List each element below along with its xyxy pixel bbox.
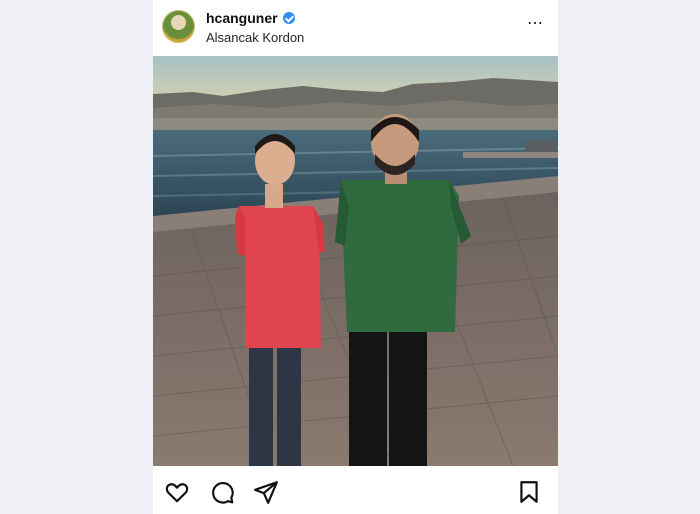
bookmark-icon[interactable] xyxy=(516,479,542,505)
avatar[interactable] xyxy=(162,10,195,43)
instagram-post: hcanguner Alsancak Kordon ⋯ xyxy=(153,0,558,514)
username[interactable]: hcanguner xyxy=(206,10,278,26)
location-label[interactable]: Alsancak Kordon xyxy=(206,30,304,45)
username-row[interactable]: hcanguner xyxy=(206,10,295,26)
verified-badge-icon xyxy=(282,12,295,24)
post-header: hcanguner Alsancak Kordon ⋯ xyxy=(153,0,558,56)
heart-icon[interactable] xyxy=(164,479,190,505)
share-icon[interactable] xyxy=(253,479,279,505)
more-options-icon[interactable]: ⋯ xyxy=(527,16,544,32)
comment-icon[interactable] xyxy=(209,479,235,505)
post-actions-bar xyxy=(153,466,558,514)
post-photo[interactable] xyxy=(153,56,558,466)
photo-illustration xyxy=(153,56,558,466)
